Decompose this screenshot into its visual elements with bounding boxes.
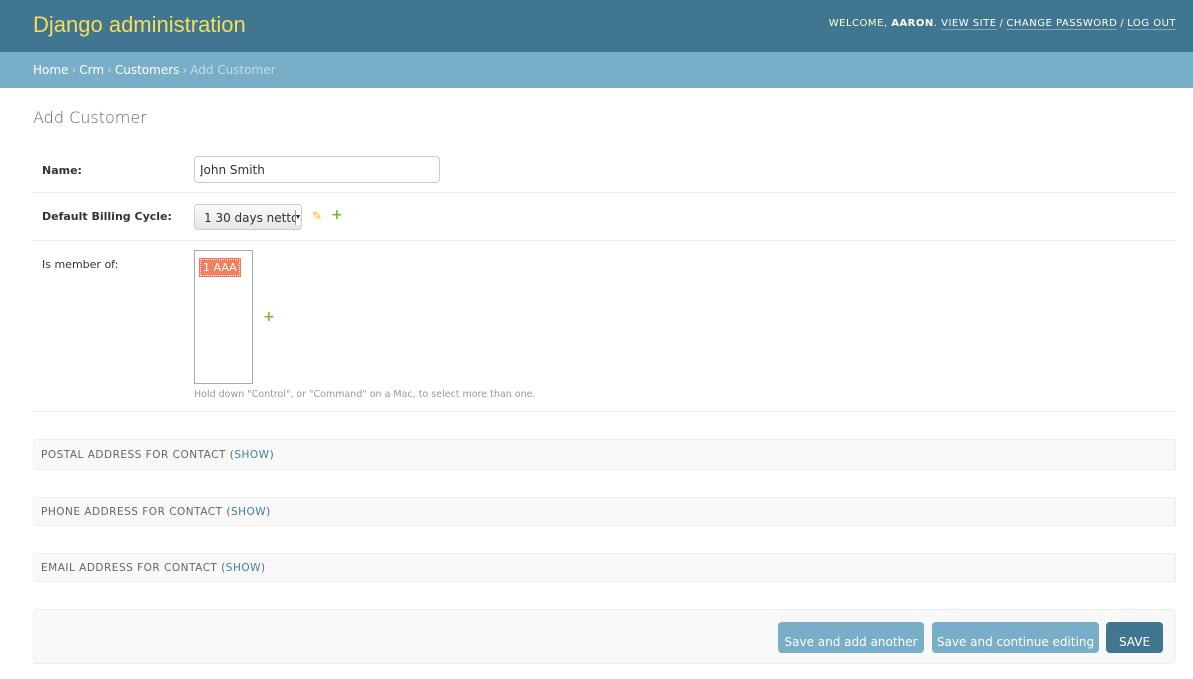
fieldset-email-address: Email address for contact (Show) — [33, 553, 1176, 582]
breadcrumb-separator: › — [182, 63, 188, 77]
breadcrumb-separator: › — [107, 63, 112, 77]
fieldset-title-text: Phone address for contact — [41, 506, 223, 518]
header: Django administration Welcome, Aaron. Vi… — [0, 0, 1193, 52]
member-of-label: Is member of: — [42, 258, 119, 271]
breadcrumb-crm[interactable]: Crm — [79, 63, 104, 77]
save-button[interactable]: Save — [1106, 622, 1163, 653]
page-title: Add Customer — [33, 108, 147, 127]
fieldset-postal-address: Postal address for contact (Show) — [33, 439, 1176, 470]
user-tools: Welcome, Aaron. View site / Change passwor… — [828, 18, 1176, 30]
breadcrumb-separator: › — [71, 63, 77, 77]
form-row-name: Name: — [33, 152, 1176, 193]
show-link[interactable]: Show — [234, 449, 269, 461]
separator: / — [999, 18, 1004, 29]
name-label: Name: — [42, 164, 82, 177]
site-branding[interactable]: Django administration — [33, 12, 246, 38]
show-link[interactable]: Show — [226, 562, 261, 574]
submit-row: Save and add another Save and continue e… — [33, 609, 1176, 664]
save-and-continue-button[interactable]: Save and continue editing — [932, 622, 1099, 653]
fieldset-title: Postal address for contact (Show) — [41, 449, 275, 461]
welcome-text: Welcome, — [828, 18, 888, 29]
show-link[interactable]: Show — [231, 506, 266, 518]
breadcrumb-current: Add Customer — [190, 63, 276, 77]
member-of-select[interactable]: 1 AAA — [194, 250, 253, 384]
plus-icon[interactable]: + — [331, 207, 343, 223]
breadcrumb-customers[interactable]: Customers — [115, 63, 180, 77]
log-out-link[interactable]: Log out — [1127, 18, 1176, 30]
name-input[interactable] — [194, 156, 440, 183]
billing-cycle-select[interactable]: 1 30 days netto — [194, 204, 302, 230]
plus-icon[interactable]: + — [263, 309, 275, 325]
pencil-icon[interactable]: ✎ — [312, 209, 322, 223]
fieldset-title-text: Email address for contact — [41, 562, 218, 574]
breadcrumb-home[interactable]: Home — [33, 63, 68, 77]
form-row-member-of: Is member of: 1 AAA + Hold down "Control… — [33, 241, 1176, 412]
form-row-billing-cycle: Default Billing Cycle: 1 30 days netto ✎… — [33, 193, 1176, 241]
fieldset-title-text: Postal address for contact — [41, 449, 226, 461]
fieldset-title: Phone address for contact (Show) — [41, 506, 271, 518]
breadcrumb: Home › Crm › Customers › Add Customer — [0, 52, 1193, 88]
username: Aaron — [891, 18, 934, 29]
separator: / — [1120, 18, 1125, 29]
fieldset-title: Email address for contact (Show) — [41, 562, 266, 574]
help-text: Hold down "Control", or "Command" on a M… — [194, 389, 536, 400]
billing-cycle-label: Default Billing Cycle: — [42, 210, 172, 223]
chevron-down-icon — [295, 210, 300, 225]
change-password-link[interactable]: Change password — [1006, 18, 1118, 30]
save-and-add-another-button[interactable]: Save and add another — [778, 622, 924, 653]
view-site-link[interactable]: View site — [941, 18, 997, 30]
billing-cycle-selected: 1 30 days netto — [204, 211, 299, 225]
fieldset-phone-address: Phone address for contact (Show) — [33, 497, 1176, 526]
member-option[interactable]: 1 AAA — [199, 258, 241, 277]
